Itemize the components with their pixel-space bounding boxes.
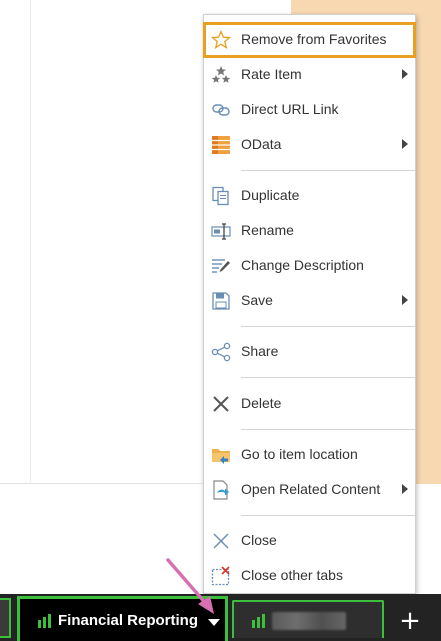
rename-icon <box>210 220 232 242</box>
tab-title-redacted <box>272 612 346 630</box>
bar-chart-icon <box>251 614 267 628</box>
menu-item-odata[interactable]: OData <box>204 128 415 162</box>
rating-stars-icon <box>210 64 232 86</box>
menu-item-label: Delete <box>241 395 282 411</box>
bar-chart-icon <box>37 614 53 628</box>
menu-item-save[interactable]: Save <box>204 284 415 318</box>
odata-icon <box>210 134 232 156</box>
menu-item-open-related-content[interactable]: Open Related Content <box>204 473 415 507</box>
menu-separator <box>241 515 415 516</box>
tab-second[interactable] <box>232 600 384 638</box>
tab-title: Financial Reporting <box>58 612 199 629</box>
menu-item-label: Rate Item <box>241 66 302 82</box>
menu-item-label: Open Related Content <box>241 481 381 497</box>
menu-item-close-other-tabs[interactable]: Close other tabs <box>204 559 415 593</box>
save-icon <box>210 290 232 312</box>
submenu-arrow-icon <box>402 484 408 494</box>
menu-separator <box>241 326 415 327</box>
menu-separator <box>241 377 415 378</box>
tab-menu-caret-icon[interactable] <box>208 619 220 626</box>
add-tab-button[interactable]: + <box>392 604 428 638</box>
folder-location-icon <box>210 444 232 466</box>
menu-item-duplicate[interactable]: Duplicate <box>204 179 415 213</box>
menu-item-label: Change Description <box>241 257 364 273</box>
menu-separator <box>241 170 415 171</box>
menu-item-delete[interactable]: Delete <box>204 387 415 421</box>
delete-x-icon <box>210 393 232 415</box>
menu-item-share[interactable]: Share <box>204 335 415 369</box>
menu-item-label: Close <box>241 532 277 548</box>
submenu-arrow-icon <box>402 139 408 149</box>
submenu-arrow-icon <box>402 69 408 79</box>
menu-item-label: Share <box>241 343 279 359</box>
menu-item-label: Save <box>241 292 273 308</box>
edit-description-icon <box>210 255 232 277</box>
menu-item-label: OData <box>241 136 282 152</box>
menu-separator <box>241 429 415 430</box>
related-content-icon <box>210 479 232 501</box>
menu-item-label: Close other tabs <box>241 567 343 583</box>
menu-item-go-to-item-location[interactable]: Go to item location <box>204 438 415 472</box>
tab-previous[interactable] <box>0 598 11 638</box>
menu-item-label: Go to item location <box>241 446 358 462</box>
menu-item-direct-url-link[interactable]: Direct URL Link <box>204 93 415 127</box>
close-icon <box>210 530 232 552</box>
menu-item-label: Direct URL Link <box>241 101 339 117</box>
menu-item-remove-from-favorites[interactable]: Remove from Favorites <box>203 22 416 58</box>
context-menu: Remove from Favorites Rate Item Direct U… <box>203 14 416 594</box>
menu-item-label: Remove from Favorites <box>241 31 387 47</box>
menu-item-rate-item[interactable]: Rate Item <box>204 58 415 92</box>
submenu-arrow-icon <box>402 295 408 305</box>
menu-item-close[interactable]: Close <box>204 524 415 558</box>
tab-financial-reporting[interactable]: Financial Reporting <box>17 596 228 641</box>
menu-item-rename[interactable]: Rename <box>204 214 415 248</box>
close-other-tabs-icon <box>210 565 232 587</box>
menu-item-change-description[interactable]: Change Description <box>204 249 415 283</box>
menu-item-label: Duplicate <box>241 187 300 203</box>
duplicate-icon <box>210 185 232 207</box>
content-divider <box>30 0 31 484</box>
star-outline-icon <box>210 29 232 51</box>
link-icon <box>210 99 232 121</box>
app-stage: Remove from Favorites Rate Item Direct U… <box>0 0 441 641</box>
menu-item-label: Rename <box>241 222 294 238</box>
share-icon <box>210 341 232 363</box>
